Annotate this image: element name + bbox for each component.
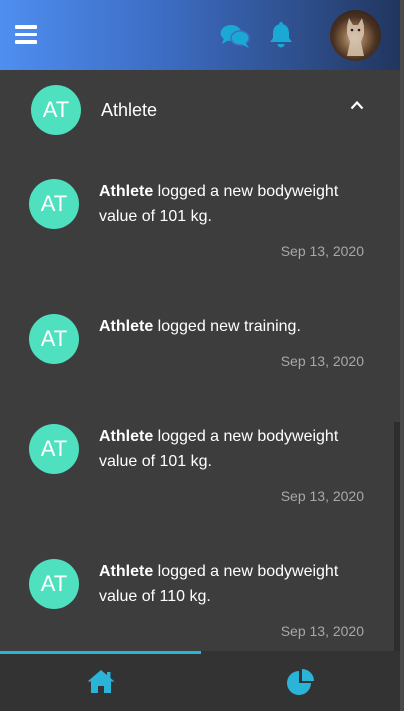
app-header (0, 0, 400, 70)
notification-message: Athlete logged a new bodyweight value of… (99, 424, 379, 474)
comments-icon[interactable] (220, 23, 250, 49)
hamburger-menu-icon[interactable] (15, 25, 37, 44)
notification-avatar: AT (29, 314, 79, 364)
notification-actor: Athlete (99, 563, 154, 580)
notification-date: Sep 13, 2020 (280, 353, 364, 369)
notification-item[interactable]: AT Athlete logged new training. Sep 13, … (0, 314, 394, 374)
notification-avatar: AT (29, 424, 79, 474)
tab-statistics[interactable] (200, 651, 400, 711)
notification-actor: Athlete (99, 428, 154, 445)
notification-item[interactable]: AT Athlete logged a new bodyweight value… (0, 179, 394, 269)
notification-actor: Athlete (99, 318, 154, 335)
notification-message: Athlete logged a new bodyweight value of… (99, 559, 379, 609)
notification-avatar: AT (29, 179, 79, 229)
chevron-up-icon[interactable] (350, 100, 364, 110)
home-icon (87, 670, 115, 693)
notification-text: logged new training. (153, 318, 301, 335)
section-avatar: AT (31, 85, 81, 135)
notification-message: Athlete logged a new bodyweight value of… (99, 179, 379, 229)
notification-avatar: AT (29, 559, 79, 609)
notifications-panel: AT Athlete AT Athlete logged a new bodyw… (0, 70, 400, 651)
athlete-section-header[interactable]: AT Athlete (0, 70, 394, 150)
notification-item[interactable]: AT Athlete logged a new bodyweight value… (0, 559, 394, 649)
notification-item[interactable]: AT Athlete logged a new bodyweight value… (0, 424, 394, 514)
notification-date: Sep 13, 2020 (280, 623, 364, 639)
notification-actor: Athlete (99, 183, 154, 200)
bell-icon[interactable] (268, 22, 294, 49)
window-edge (400, 0, 404, 711)
section-title: Athlete (101, 100, 158, 120)
user-avatar[interactable] (330, 10, 381, 61)
scrollbar-thumb[interactable] (394, 422, 400, 651)
pie-chart-icon (287, 669, 314, 695)
bottom-tab-bar (0, 651, 400, 711)
tab-home[interactable] (0, 651, 200, 711)
notification-message: Athlete logged new training. (99, 314, 379, 339)
notification-date: Sep 13, 2020 (280, 488, 364, 504)
notification-date: Sep 13, 2020 (280, 243, 364, 259)
